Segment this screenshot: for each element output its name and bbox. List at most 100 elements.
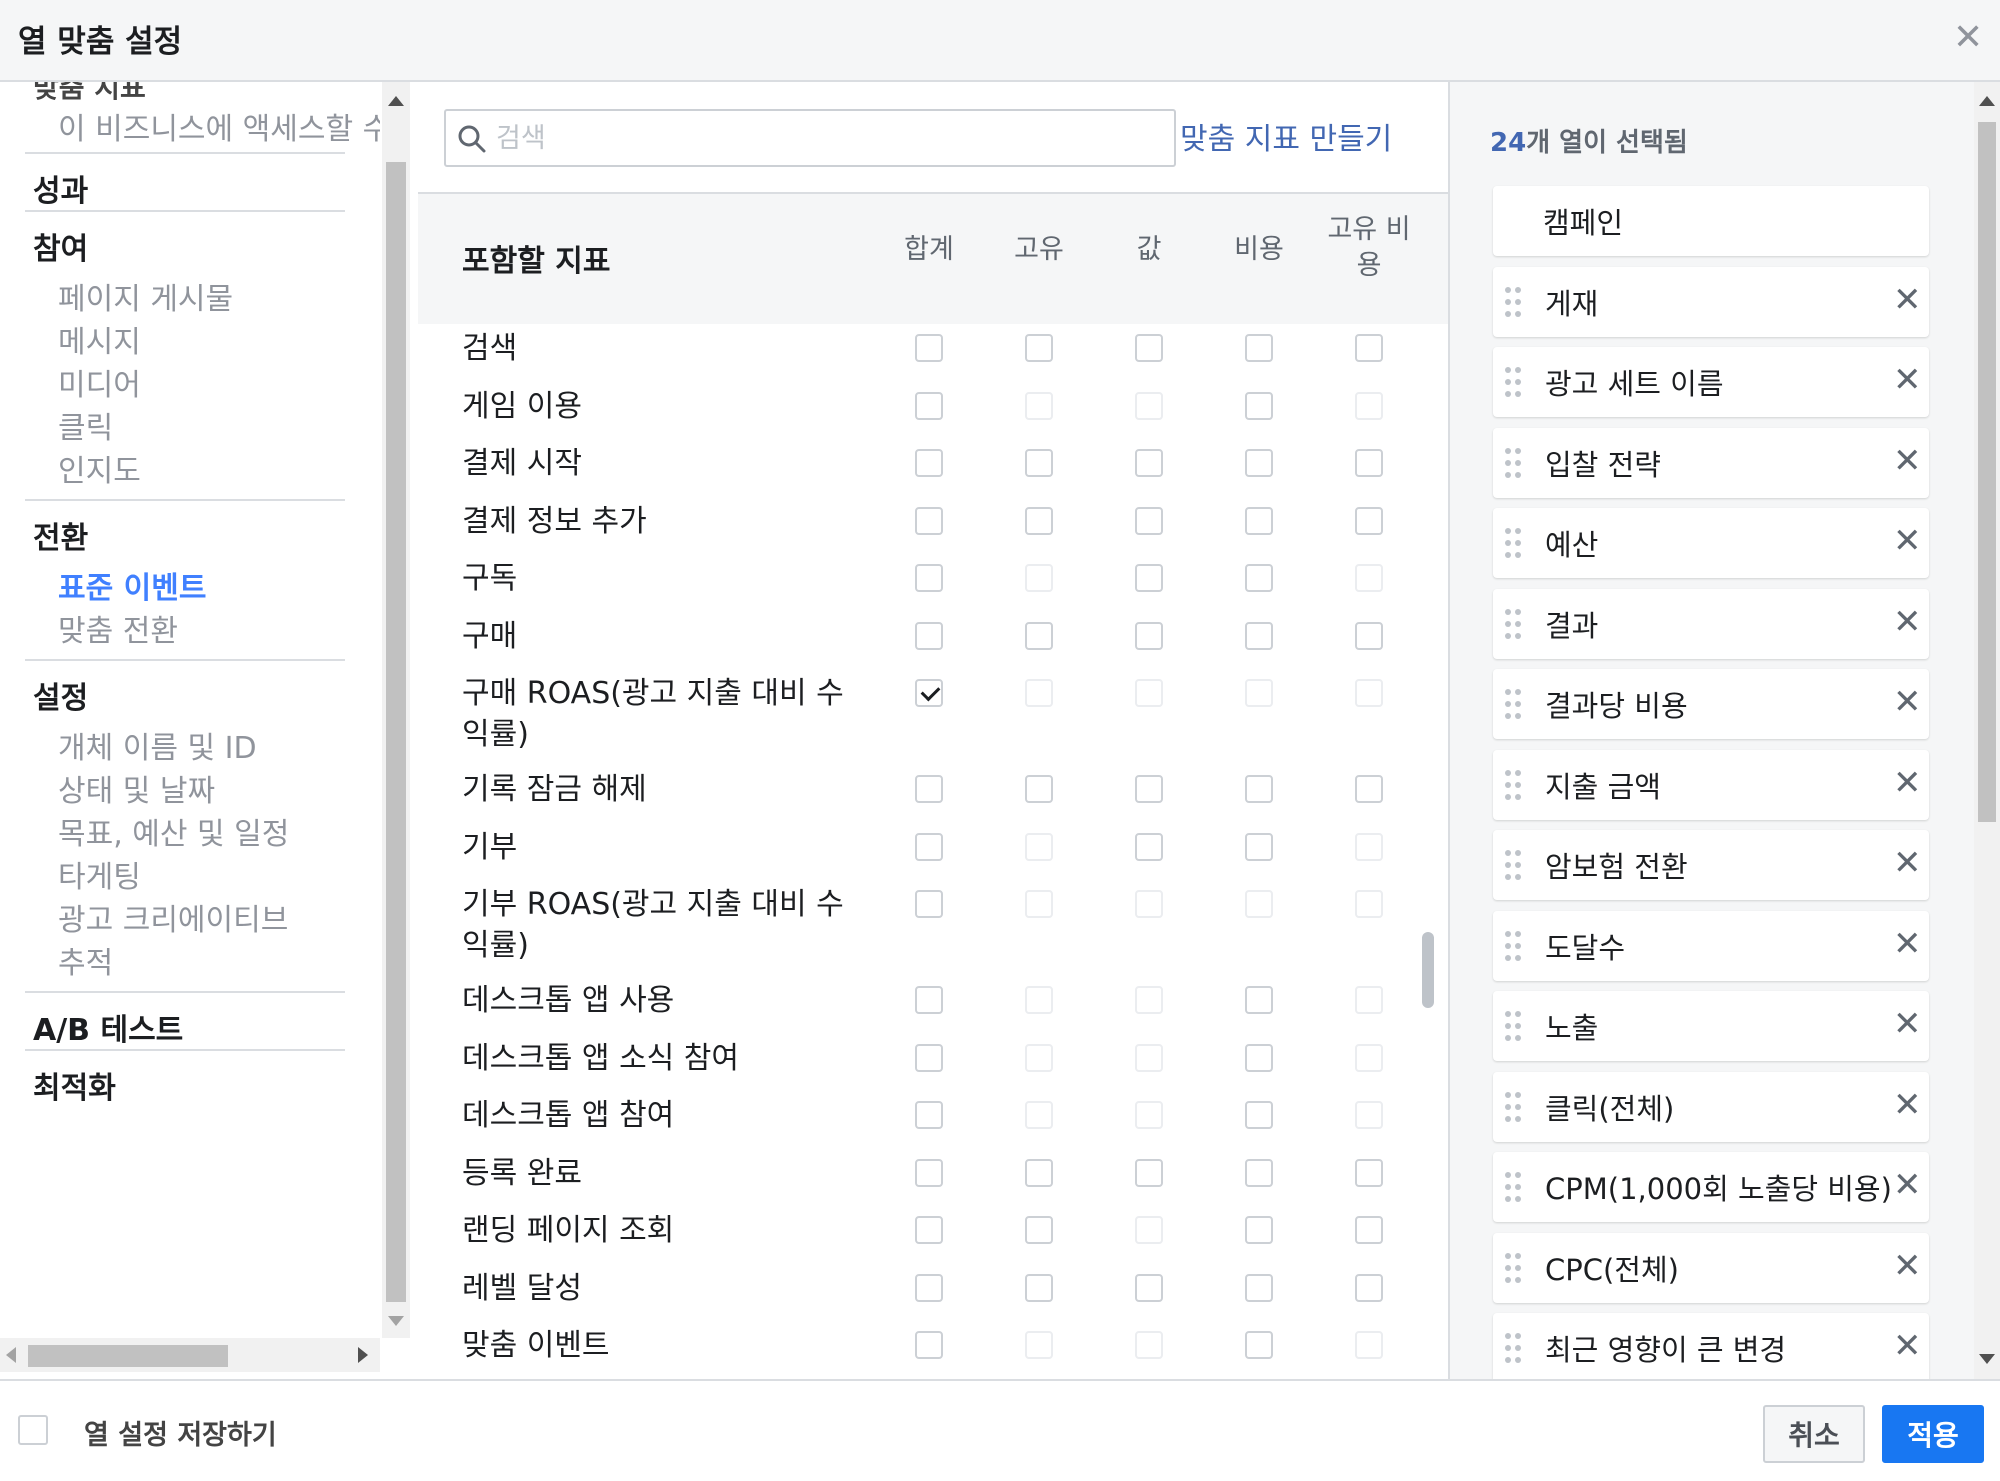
nav-item-3-5[interactable]: 추적 <box>58 938 113 982</box>
metric-checkbox-3[interactable] <box>1245 1331 1273 1359</box>
metric-checkbox-0[interactable] <box>915 775 943 803</box>
nav-section-0[interactable]: 성과 <box>33 166 88 210</box>
metric-checkbox-0[interactable] <box>915 621 943 650</box>
drag-handle-icon[interactable] <box>1505 930 1525 963</box>
metric-checkbox-3[interactable] <box>1245 449 1273 477</box>
metric-checkbox-0[interactable] <box>915 1158 943 1187</box>
metric-checkbox-0[interactable] <box>915 986 943 1014</box>
drag-handle-icon[interactable] <box>1505 1252 1525 1285</box>
remove-column-icon[interactable]: ✕ <box>1893 844 1922 882</box>
metric-checkbox-0[interactable] <box>915 506 943 535</box>
save-settings-checkbox[interactable] <box>18 1415 48 1445</box>
metric-checkbox-1[interactable] <box>1025 506 1053 535</box>
scroll-down-arrow-icon[interactable] <box>1979 1354 1995 1364</box>
metric-checkbox-2[interactable] <box>1135 775 1163 803</box>
drag-handle-icon[interactable] <box>1505 367 1525 399</box>
remove-column-icon[interactable]: ✕ <box>1893 281 1922 319</box>
metrics-scrollbar[interactable] <box>1422 932 1434 1008</box>
nav-vertical-scrollbar[interactable] <box>382 82 410 1338</box>
metric-checkbox-3[interactable] <box>1245 1273 1273 1302</box>
metric-checkbox-0[interactable] <box>915 391 943 420</box>
nav-section-3[interactable]: 설정 <box>33 673 88 717</box>
metric-checkbox-3[interactable] <box>1245 775 1273 803</box>
metric-checkbox-1[interactable] <box>1025 449 1053 477</box>
metric-checkbox-0[interactable] <box>915 832 943 861</box>
metric-checkbox-2[interactable] <box>1135 1158 1163 1187</box>
metric-checkbox-3[interactable] <box>1245 1101 1273 1129</box>
metric-checkbox-0[interactable] <box>915 1331 943 1359</box>
selected-column-chip[interactable]: CPM(1,000회 노출당 비용) ✕ <box>1493 1152 1929 1222</box>
nav-cut-off-item[interactable]: 맞춤 지표 <box>33 82 146 106</box>
drag-handle-icon[interactable] <box>1505 447 1525 480</box>
metric-checkbox-2[interactable] <box>1135 506 1163 535</box>
nav-scroll-thumb[interactable] <box>386 162 406 1302</box>
selected-column-chip[interactable]: 예산 ✕ <box>1493 508 1929 578</box>
metric-checkbox-3[interactable] <box>1245 621 1273 650</box>
remove-column-icon[interactable]: ✕ <box>1893 764 1922 802</box>
metric-checkbox-4[interactable] <box>1355 334 1383 362</box>
metric-checkbox-4[interactable] <box>1355 506 1383 535</box>
selected-column-chip[interactable]: 노출 ✕ <box>1493 991 1929 1061</box>
metric-checkbox-4[interactable] <box>1355 621 1383 650</box>
metric-checkbox-0[interactable] <box>915 1043 943 1072</box>
selected-column-chip[interactable]: 결과당 비용 ✕ <box>1493 669 1929 739</box>
selected-column-chip[interactable]: 클릭(전체) ✕ <box>1493 1071 1929 1142</box>
remove-column-icon[interactable]: ✕ <box>1893 683 1922 721</box>
remove-column-icon[interactable]: ✕ <box>1893 442 1922 480</box>
selected-column-chip[interactable]: CPC(전체) ✕ <box>1493 1232 1929 1303</box>
nav-item-1-4[interactable]: 인지도 <box>58 446 141 490</box>
drag-handle-icon[interactable] <box>1505 689 1525 721</box>
nav-hscroll-thumb[interactable] <box>28 1345 228 1367</box>
metric-checkbox-2[interactable] <box>1135 449 1163 477</box>
nav-item-3-1[interactable]: 상태 및 날짜 <box>58 766 215 810</box>
metric-checkbox-4[interactable] <box>1355 1158 1383 1187</box>
selected-column-chip[interactable]: 지출 금액 ✕ <box>1493 749 1929 820</box>
selected-column-chip[interactable]: 암보험 전환 ✕ <box>1493 830 1929 900</box>
scroll-up-arrow-icon[interactable] <box>388 96 404 106</box>
remove-column-icon[interactable]: ✕ <box>1893 925 1922 963</box>
metric-checkbox-0[interactable] <box>915 564 943 592</box>
metric-checkbox-4[interactable] <box>1355 1273 1383 1302</box>
scroll-up-arrow-icon[interactable] <box>1979 96 1995 106</box>
metric-checkbox-3[interactable] <box>1245 832 1273 861</box>
nav-item-1-0[interactable]: 페이지 게시물 <box>58 274 233 318</box>
metric-checkbox-3[interactable] <box>1245 564 1273 592</box>
metric-checkbox-2[interactable] <box>1135 564 1163 592</box>
selected-scroll-thumb[interactable] <box>1978 122 1996 822</box>
drag-handle-icon[interactable] <box>1505 608 1525 641</box>
remove-column-icon[interactable]: ✕ <box>1893 1086 1922 1124</box>
scroll-left-arrow-icon[interactable] <box>6 1347 16 1363</box>
drag-handle-icon[interactable] <box>1505 850 1525 882</box>
metric-checkbox-1[interactable] <box>1025 1273 1053 1302</box>
nav-item-3-3[interactable]: 타게팅 <box>58 852 141 896</box>
remove-column-icon[interactable]: ✕ <box>1893 1327 1922 1365</box>
nav-item-3-4[interactable]: 광고 크리에이티브 <box>58 895 288 939</box>
nav-item-2-0[interactable]: 표준 이벤트 <box>58 563 206 607</box>
drag-handle-icon[interactable] <box>1505 528 1525 560</box>
metric-checkbox-2[interactable] <box>1135 1273 1163 1302</box>
metric-checkbox-0[interactable] <box>915 449 943 477</box>
metric-checkbox-3[interactable] <box>1245 1043 1273 1072</box>
metric-checkbox-1[interactable] <box>1025 334 1053 362</box>
metric-checkbox-0[interactable] <box>915 890 943 918</box>
metric-checkbox-1[interactable] <box>1025 1158 1053 1187</box>
remove-column-icon[interactable]: ✕ <box>1893 1005 1922 1043</box>
nav-item-1-3[interactable]: 클릭 <box>58 403 113 447</box>
selected-column-chip[interactable]: 게재 ✕ <box>1493 266 1929 337</box>
metric-checkbox-2[interactable] <box>1135 621 1163 650</box>
metric-checkbox-3[interactable] <box>1245 506 1273 535</box>
scroll-down-arrow-icon[interactable] <box>388 1316 404 1326</box>
metric-checkbox-1[interactable] <box>1025 621 1053 650</box>
metric-checkbox-3[interactable] <box>1245 391 1273 420</box>
metric-checkbox-3[interactable] <box>1245 1216 1273 1244</box>
selected-column-chip[interactable]: 입찰 전략 ✕ <box>1493 427 1929 498</box>
cancel-button[interactable]: 취소 <box>1763 1405 1865 1463</box>
metric-checkbox-2[interactable] <box>1135 334 1163 362</box>
selected-scrollbar[interactable] <box>1974 82 2000 1379</box>
metric-checkbox-0[interactable] <box>915 334 943 362</box>
nav-horizontal-scrollbar[interactable] <box>0 1338 380 1372</box>
nav-section-5[interactable]: 최적화 <box>33 1063 116 1107</box>
selected-column-chip[interactable]: 도달수 ✕ <box>1493 910 1929 981</box>
drag-handle-icon[interactable] <box>1505 1172 1525 1204</box>
nav-item-1-2[interactable]: 미디어 <box>58 360 141 404</box>
